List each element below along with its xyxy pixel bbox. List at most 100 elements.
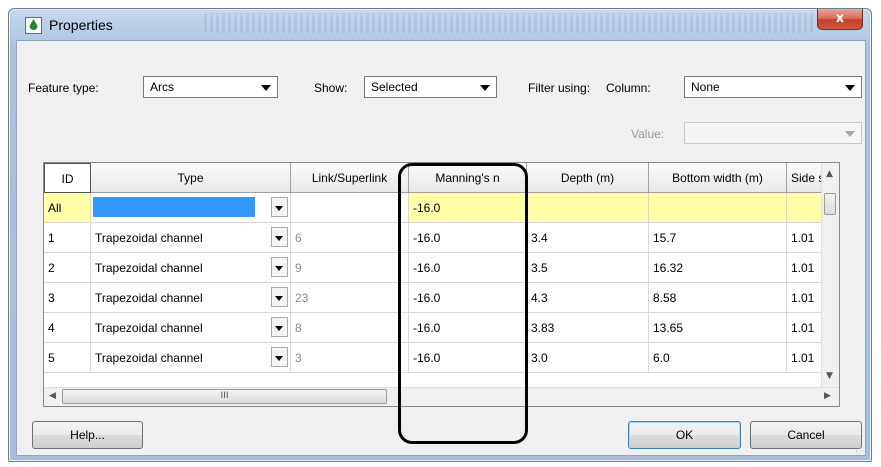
table-row-manning[interactable]: -16.0 bbox=[409, 223, 527, 253]
vertical-scrollbar[interactable]: ▲ ▼ bbox=[821, 163, 839, 388]
properties-grid: ID Type Link/Superlink Manning's n Depth… bbox=[43, 162, 840, 407]
vertical-scroll-thumb[interactable] bbox=[824, 193, 836, 215]
column-header-depth[interactable]: Depth (m) bbox=[527, 163, 649, 193]
all-row-id[interactable]: All bbox=[44, 193, 91, 223]
column-label: Column: bbox=[606, 81, 651, 95]
all-row-depth[interactable] bbox=[527, 193, 649, 223]
all-row-type-selection[interactable] bbox=[93, 197, 255, 217]
table-row-type-cell[interactable]: Trapezoidal channel bbox=[91, 223, 291, 253]
table-row-type: Trapezoidal channel bbox=[95, 351, 203, 365]
column-header-link[interactable]: Link/Superlink bbox=[291, 163, 409, 193]
chevron-down-icon bbox=[275, 206, 283, 211]
table-row-link: 23 bbox=[291, 283, 409, 313]
table-row-link: 8 bbox=[291, 313, 409, 343]
horizontal-scrollbar[interactable]: ◀ III ▶ bbox=[44, 387, 839, 406]
table-row-side[interactable]: 1.01 bbox=[787, 253, 823, 283]
table-row-link: 9 bbox=[291, 253, 409, 283]
table-row-link: 3 bbox=[291, 343, 409, 373]
column-header-type[interactable]: Type bbox=[91, 163, 291, 193]
table-row-side[interactable]: 1.01 bbox=[787, 283, 823, 313]
scroll-down-icon[interactable]: ▼ bbox=[826, 371, 833, 381]
all-row-type-cell[interactable] bbox=[91, 193, 291, 223]
chevron-down-icon bbox=[845, 131, 855, 137]
cancel-button[interactable]: Cancel bbox=[750, 421, 862, 449]
table-row-manning[interactable]: -16.0 bbox=[409, 253, 527, 283]
all-row-type-dropdown[interactable] bbox=[271, 197, 288, 217]
table-row-type: Trapezoidal channel bbox=[95, 231, 203, 245]
type-dropdown[interactable] bbox=[271, 287, 288, 307]
table-row-side[interactable]: 1.01 bbox=[787, 343, 823, 373]
table-row-depth[interactable]: 3.0 bbox=[527, 343, 649, 373]
dialog-body: Feature type: Arcs Show: Selected Filter… bbox=[16, 40, 866, 456]
ok-button[interactable]: OK bbox=[628, 421, 741, 449]
table-row-type-cell[interactable]: Trapezoidal channel bbox=[91, 313, 291, 343]
chevron-down-icon bbox=[275, 296, 283, 301]
all-row-bottom-width[interactable] bbox=[649, 193, 787, 223]
type-dropdown[interactable] bbox=[271, 347, 288, 367]
table-row-id[interactable]: 4 bbox=[44, 313, 91, 343]
type-dropdown[interactable] bbox=[271, 317, 288, 337]
table-row-manning[interactable]: -16.0 bbox=[409, 283, 527, 313]
chevron-down-icon bbox=[275, 356, 283, 361]
resize-grip-icon[interactable]: ⋰ bbox=[855, 444, 863, 453]
table-row-depth[interactable]: 3.5 bbox=[527, 253, 649, 283]
table-row-manning[interactable]: -16.0 bbox=[409, 343, 527, 373]
table-row-depth[interactable]: 4.3 bbox=[527, 283, 649, 313]
scroll-up-icon[interactable]: ▲ bbox=[826, 169, 833, 179]
table-row-type-cell[interactable]: Trapezoidal channel bbox=[91, 283, 291, 313]
table-row-depth[interactable]: 3.83 bbox=[527, 313, 649, 343]
table-row-type: Trapezoidal channel bbox=[95, 261, 203, 275]
column-value: None bbox=[691, 80, 720, 94]
table-row-type-cell[interactable]: Trapezoidal channel bbox=[91, 343, 291, 373]
show-label: Show: bbox=[314, 81, 348, 95]
column-select[interactable]: None bbox=[684, 76, 862, 98]
close-button[interactable]: x bbox=[817, 9, 863, 30]
chevron-down-icon bbox=[275, 326, 283, 331]
column-header-id[interactable]: ID bbox=[44, 163, 91, 193]
chevron-down-icon bbox=[275, 266, 283, 271]
show-value: Selected bbox=[371, 80, 418, 94]
title-bar[interactable]: Properties x bbox=[9, 9, 871, 41]
table-row-id[interactable]: 2 bbox=[44, 253, 91, 283]
feature-type-label: Feature type: bbox=[28, 81, 99, 95]
feature-type-select[interactable]: Arcs bbox=[143, 76, 278, 98]
table-row-side[interactable]: 1.01 bbox=[787, 313, 823, 343]
type-dropdown[interactable] bbox=[271, 257, 288, 277]
scroll-left-icon[interactable]: ◀ bbox=[49, 391, 56, 401]
table-row-manning[interactable]: -16.0 bbox=[409, 313, 527, 343]
table-row-type-cell[interactable]: Trapezoidal channel bbox=[91, 253, 291, 283]
column-header-bottom-width[interactable]: Bottom width (m) bbox=[649, 163, 787, 193]
scroll-right-icon[interactable]: ▶ bbox=[824, 391, 831, 401]
all-row-manning[interactable]: -16.0 bbox=[409, 193, 527, 223]
table-row-side[interactable]: 1.01 bbox=[787, 223, 823, 253]
properties-window: Properties x Feature type: Arcs Show: Se… bbox=[8, 8, 872, 462]
table-row-bottom-width[interactable]: 8.58 bbox=[649, 283, 787, 313]
chevron-down-icon bbox=[480, 85, 490, 91]
table-row-bottom-width[interactable]: 15.7 bbox=[649, 223, 787, 253]
table-row-id[interactable]: 1 bbox=[44, 223, 91, 253]
show-select[interactable]: Selected bbox=[364, 76, 497, 98]
type-dropdown[interactable] bbox=[271, 227, 288, 247]
column-header-manning[interactable]: Manning's n bbox=[409, 163, 527, 193]
help-button[interactable]: Help... bbox=[32, 421, 143, 449]
table-row-link: 6 bbox=[291, 223, 409, 253]
chevron-down-icon bbox=[275, 236, 283, 241]
window-title: Properties bbox=[49, 17, 113, 33]
filter-using-label: Filter using: bbox=[528, 81, 591, 95]
all-row-link[interactable] bbox=[291, 193, 409, 223]
all-row-side[interactable] bbox=[787, 193, 823, 223]
table-row-bottom-width[interactable]: 6.0 bbox=[649, 343, 787, 373]
feature-type-value: Arcs bbox=[150, 80, 174, 94]
table-row-type: Trapezoidal channel bbox=[95, 291, 203, 305]
value-select[interactable] bbox=[684, 122, 862, 144]
table-row-bottom-width[interactable]: 13.65 bbox=[649, 313, 787, 343]
table-row-id[interactable]: 5 bbox=[44, 343, 91, 373]
table-row-id[interactable]: 3 bbox=[44, 283, 91, 313]
table-row-depth[interactable]: 3.4 bbox=[527, 223, 649, 253]
table-row-type: Trapezoidal channel bbox=[95, 321, 203, 335]
value-label: Value: bbox=[631, 127, 665, 141]
table-row-bottom-width[interactable]: 16.32 bbox=[649, 253, 787, 283]
title-bar-background bbox=[204, 13, 814, 33]
horizontal-scroll-thumb[interactable]: III bbox=[62, 389, 387, 404]
column-header-side[interactable]: Side s bbox=[787, 163, 823, 193]
